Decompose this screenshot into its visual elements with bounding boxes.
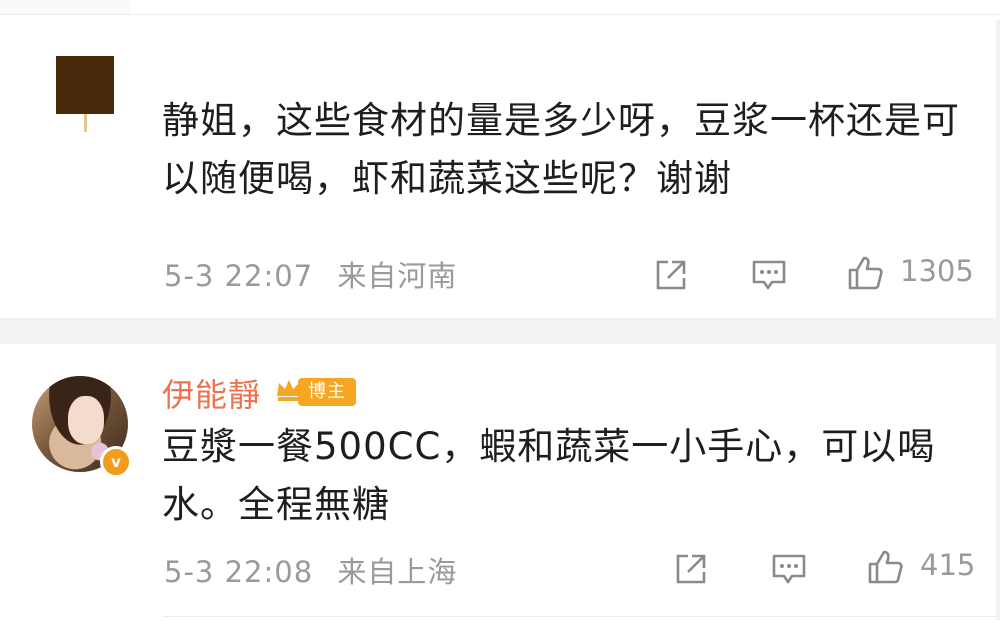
avatar-face — [68, 396, 104, 444]
verified-badge: v — [100, 446, 132, 478]
comment-time: 5-3 22:08 — [164, 555, 314, 589]
like-count: 1305 — [900, 254, 974, 288]
comment-item: 静姐，这些食材的量是多少呀，豆浆一杯还是可 以随便喝，虾和蔬菜这些呢？谢谢 5-… — [0, 0, 1000, 318]
thumbs-up-icon[interactable] — [866, 548, 904, 586]
comment-text-line: 静姐，这些食材的量是多少呀，豆浆一杯还是可 — [162, 99, 960, 142]
comment-text: 静姐，这些食材的量是多少呀，豆浆一杯还是可 以随便喝，虾和蔬菜这些呢？谢谢 — [162, 92, 972, 208]
thumbs-up-icon[interactable] — [846, 254, 884, 292]
section-separator — [0, 318, 1000, 344]
share-icon[interactable] — [672, 550, 710, 588]
blogger-badge: 博主 — [298, 378, 356, 406]
bottom-divider — [162, 616, 1000, 617]
comment-meta: 5-3 22:08 来自上海 — [164, 549, 457, 591]
comment-location: 来自上海 — [337, 555, 458, 589]
comment-item: v 伊能靜 博主 豆漿一餐500CC，蝦和蔬菜一小手心，可以喝 水。全程無糖 5… — [0, 344, 1000, 624]
avatar-decoration — [84, 114, 87, 132]
comment-text-line: 豆漿一餐500CC，蝦和蔬菜一小手心，可以喝 — [162, 425, 936, 468]
comment-text-line: 以随便喝，虾和蔬菜这些呢？谢谢 — [162, 157, 732, 200]
comment-text-line: 水。全程無糖 — [162, 483, 390, 526]
comment-meta: 5-3 22:07 来自河南 — [164, 253, 457, 295]
username[interactable]: 伊能靜 — [162, 370, 261, 416]
comment-location: 来自河南 — [337, 259, 458, 293]
comment-time: 5-3 22:07 — [164, 259, 314, 293]
share-icon[interactable] — [652, 256, 690, 294]
comment-text: 豆漿一餐500CC，蝦和蔬菜一小手心，可以喝 水。全程無糖 — [162, 418, 962, 534]
avatar[interactable] — [56, 56, 114, 114]
comment-icon[interactable] — [770, 550, 808, 588]
comment-icon[interactable] — [750, 256, 788, 294]
like-count: 415 — [920, 548, 976, 582]
